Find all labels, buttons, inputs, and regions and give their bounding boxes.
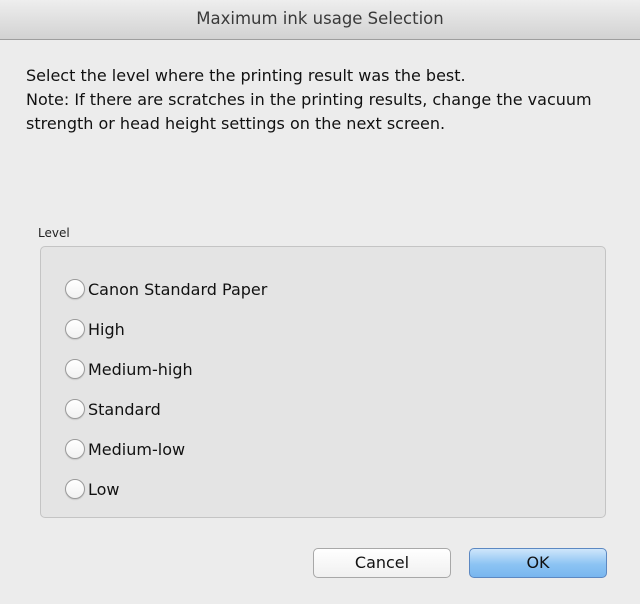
radio-option-canon-standard-paper[interactable]: Canon Standard Paper [65, 269, 267, 309]
radio-button-icon[interactable] [65, 359, 85, 379]
radio-button-icon[interactable] [65, 319, 85, 339]
radio-button-icon[interactable] [65, 279, 85, 299]
instruction-note: Note: If there are scratches in the prin… [26, 90, 592, 133]
radio-option-high[interactable]: High [65, 309, 267, 349]
cancel-button[interactable]: Cancel [313, 548, 451, 578]
radio-label[interactable]: Low [88, 480, 120, 499]
instructions-text: Select the level where the printing resu… [26, 64, 618, 136]
level-group-box: Canon Standard Paper High Medium-high St… [40, 246, 606, 518]
radio-option-medium-low[interactable]: Medium-low [65, 429, 267, 469]
level-group-label: Level [38, 226, 70, 240]
radio-label[interactable]: Medium-low [88, 440, 185, 459]
instruction-line: Select the level where the printing resu… [26, 66, 466, 85]
level-radio-list: Canon Standard Paper High Medium-high St… [65, 269, 267, 509]
radio-option-medium-high[interactable]: Medium-high [65, 349, 267, 389]
dialog-window: Maximum ink usage Selection Select the l… [0, 0, 640, 604]
dialog-title: Maximum ink usage Selection [196, 9, 444, 28]
radio-button-icon[interactable] [65, 479, 85, 499]
radio-label[interactable]: Canon Standard Paper [88, 280, 267, 299]
radio-button-icon[interactable] [65, 399, 85, 419]
title-bar[interactable]: Maximum ink usage Selection [0, 0, 640, 40]
radio-option-low[interactable]: Low [65, 469, 267, 509]
radio-label[interactable]: High [88, 320, 125, 339]
radio-button-icon[interactable] [65, 439, 85, 459]
radio-label[interactable]: Standard [88, 400, 161, 419]
radio-label[interactable]: Medium-high [88, 360, 193, 379]
radio-option-standard[interactable]: Standard [65, 389, 267, 429]
ok-button[interactable]: OK [469, 548, 607, 578]
